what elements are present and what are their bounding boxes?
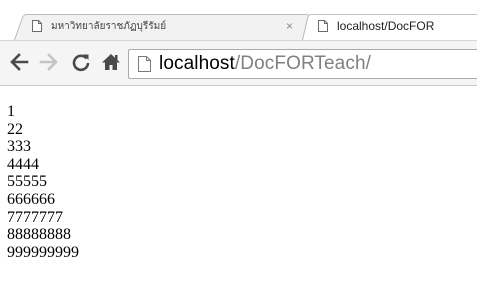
home-icon — [102, 54, 120, 70]
url-path: /DocFORTeach/ — [234, 53, 371, 74]
page-icon — [138, 56, 151, 72]
forward-arrow-icon — [39, 53, 58, 71]
output-line: 333 — [7, 138, 31, 156]
output-line: 999999999 — [7, 243, 79, 261]
address-bar[interactable]: localhost/DocFORTeach/ — [128, 49, 477, 79]
output-line: 88888888 — [7, 226, 71, 244]
back-button[interactable] — [8, 51, 30, 73]
browser-toolbar: localhost/DocFORTeach/ — [0, 41, 477, 86]
tab-localhost[interactable]: localhost/DocFOR — [302, 12, 477, 41]
tab-title: localhost/DocFOR — [337, 19, 435, 33]
page-icon — [32, 20, 42, 32]
page-content: 1 22 333 4444 55555 666666 7777777 88888… — [7, 103, 79, 261]
output-line: 666666 — [7, 190, 55, 208]
reload-button[interactable] — [70, 51, 92, 73]
reload-icon — [72, 54, 90, 72]
url-host: localhost — [159, 53, 235, 74]
output-line: 55555 — [7, 173, 47, 191]
output-line: 7777777 — [7, 208, 63, 226]
output-line: 4444 — [7, 155, 39, 173]
close-tab-icon[interactable]: × — [286, 19, 293, 33]
tab-university[interactable]: มหาวิทยาลัยราชภัฏบุรีรัมย์ × — [14, 12, 319, 41]
tab-strip: มหาวิทยาลัยราชภัฏบุรีรัมย์ × localhost/D… — [0, 0, 477, 41]
back-arrow-icon — [10, 53, 29, 71]
tab-title: มหาวิทยาลัยราชภัฏบุรีรัมย์ — [51, 20, 167, 32]
output-line: 1 — [7, 103, 15, 120]
page-icon — [318, 20, 328, 32]
home-button[interactable] — [100, 51, 122, 73]
forward-button[interactable] — [38, 51, 60, 73]
output-line: 22 — [7, 120, 23, 138]
